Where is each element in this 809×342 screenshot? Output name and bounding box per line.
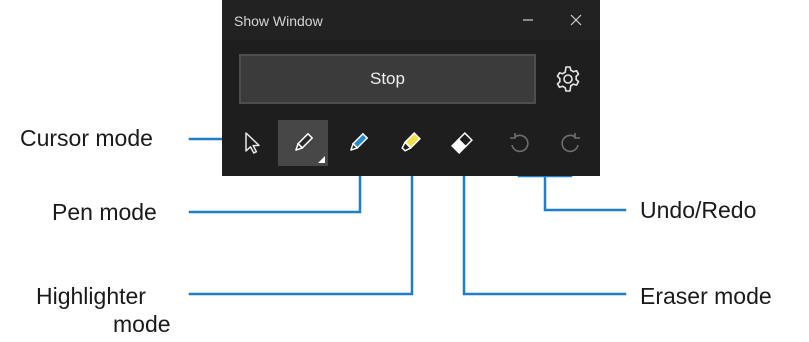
undo-button[interactable] <box>497 120 541 166</box>
highlighter-mode-label-line2: mode <box>113 311 171 337</box>
pen-icon <box>295 132 314 151</box>
redo-icon <box>561 133 580 153</box>
pen-mode-label: Pen mode <box>52 199 157 225</box>
highlighter-mode-button[interactable] <box>388 120 432 166</box>
show-window: Show Window Stop <box>222 0 600 176</box>
minimize-button[interactable] <box>506 0 550 40</box>
cursor-icon <box>245 132 260 154</box>
redo-button[interactable] <box>549 120 593 166</box>
settings-button[interactable] <box>553 64 583 94</box>
pen-icon <box>350 132 369 151</box>
eraser-icon <box>451 132 473 154</box>
cursor-mode-button[interactable] <box>230 120 274 166</box>
highlighter-icon <box>401 132 421 152</box>
minimize-icon <box>523 19 533 21</box>
close-icon <box>570 14 582 26</box>
undo-redo-label: Undo/Redo <box>640 197 757 223</box>
gear-icon <box>556 66 580 92</box>
undo-icon <box>510 133 529 153</box>
stop-button[interactable]: Stop <box>239 54 536 104</box>
pen-black-button[interactable] <box>278 120 328 166</box>
cursor-mode-label: Cursor mode <box>20 125 153 151</box>
pen-mode-button[interactable] <box>336 120 380 166</box>
stop-button-label: Stop <box>370 69 405 88</box>
pen-options-indicator <box>318 156 325 163</box>
eraser-mode-button[interactable] <box>440 120 484 166</box>
close-button[interactable] <box>554 0 598 40</box>
highlighter-mode-label-line1: Highlighter <box>36 283 146 309</box>
title-bar: Show Window <box>222 0 600 40</box>
window-title: Show Window <box>234 13 323 29</box>
eraser-mode-label: Eraser mode <box>640 283 772 309</box>
